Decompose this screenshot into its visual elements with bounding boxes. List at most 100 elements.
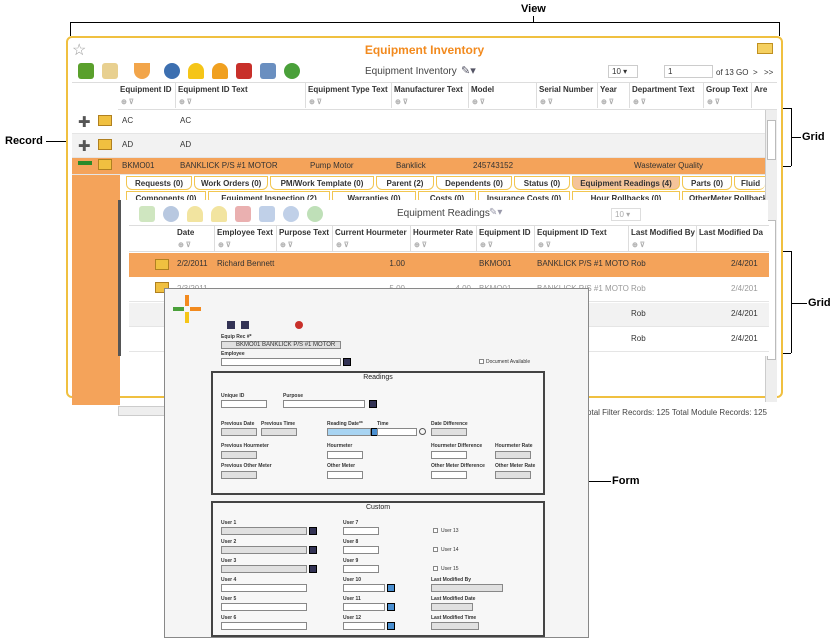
user1-field[interactable] [221,527,307,535]
employee-field[interactable] [221,358,341,366]
user4-field[interactable] [221,584,307,592]
purpose-field[interactable] [283,400,365,408]
col-employee-text[interactable]: Employee Text ⊕ ⊽ [215,226,277,251]
col-current-hourmeter[interactable]: Current Hourmeter ⊕ ⊽ [333,226,411,251]
user10-calendar-icon[interactable] [387,584,395,592]
user2-lookup-icon[interactable] [309,546,317,554]
search-icon[interactable] [164,63,180,79]
last-page-button[interactable]: >> [764,68,773,77]
col-last-modified-by[interactable]: Last Modified By ⊕ ⊽ [629,226,697,251]
purpose-lookup-icon[interactable] [369,400,377,408]
page-size-select[interactable]: 10 ▾ [608,65,638,78]
user13-checkbox[interactable] [433,528,438,533]
save-close-icon[interactable] [241,321,249,329]
col-group-text[interactable]: Group Text ⊕ ⊽ [704,83,752,108]
user10-field[interactable] [343,584,385,592]
tab-dependents[interactable]: Dependents (0) [436,176,512,190]
previous-time-field[interactable] [261,428,297,436]
col-purpose-text[interactable]: Purpose Text ⊕ ⊽ [277,226,333,251]
subgrid-tools-icon[interactable]: ✎▾ [489,207,502,218]
employee-lookup-icon[interactable] [343,358,351,366]
hourmeter-field[interactable] [327,451,363,459]
user14-checkbox[interactable] [433,547,438,552]
col-equipment-id-text[interactable]: Equipment ID Text ⊕ ⊽ [535,226,629,251]
document-available-checkbox[interactable] [479,359,484,364]
next-page-button[interactable]: > [753,68,758,77]
add-record-icon[interactable] [78,63,94,79]
delete-icon[interactable] [236,63,252,79]
unique-id-field[interactable] [221,400,267,408]
col-equipment-id-text[interactable]: Equipment ID Text ⊕ ⊽ [176,83,306,108]
user11-calendar-icon[interactable] [387,603,395,611]
hardhat-icon[interactable] [187,206,203,222]
tab-parts[interactable]: Parts (0) [682,176,732,190]
expand-icon[interactable]: ✚ [78,137,91,155]
previous-date-field[interactable] [221,428,257,436]
user8-field[interactable] [343,546,379,554]
page-input[interactable]: 1 [664,65,713,78]
save-icon[interactable] [227,321,235,329]
previous-other-meter-field[interactable] [221,471,257,479]
scroll-thumb[interactable] [767,120,776,160]
col-year[interactable]: Year ⊕ ⊽ [598,83,630,108]
user6-field[interactable] [221,622,307,630]
reading-date-field[interactable] [327,428,371,436]
col-last-modified-date[interactable]: Last Modified Da [697,226,769,251]
previous-hourmeter-field[interactable] [221,451,257,459]
close-icon[interactable] [295,321,303,329]
delete-icon[interactable] [235,206,251,222]
open-folder-icon[interactable] [155,259,169,270]
hardhat-alt-icon[interactable] [211,206,227,222]
other-meter-rate-field[interactable] [495,471,531,479]
equip-rec-field[interactable]: BKMO01 BANKLICK P/S #1 MOTOR [221,341,341,349]
collapse-icon[interactable] [78,161,92,165]
col-area[interactable]: Are [752,83,777,108]
col-manufacturer-text[interactable]: Manufacturer Text ⊕ ⊽ [392,83,469,108]
date-difference-field[interactable] [431,428,467,436]
user12-calendar-icon[interactable] [387,622,395,630]
user15-checkbox[interactable] [433,566,438,571]
subgrid-page-size[interactable]: 10 ▾ [611,208,641,221]
open-folder-icon[interactable] [98,159,112,170]
tools-icon[interactable]: ✎▾ [461,64,476,77]
user7-field[interactable] [343,527,379,535]
last-modified-time-field[interactable] [431,622,479,630]
other-meter-difference-field[interactable] [431,471,467,479]
time-field[interactable] [377,428,417,436]
clock-icon[interactable] [419,428,426,435]
col-hourmeter-rate[interactable]: Hourmeter Rate ⊕ ⊽ [411,226,477,251]
refresh-icon[interactable] [284,63,300,79]
settings-doc-icon[interactable] [259,206,275,222]
tab-fluid[interactable]: Fluid [734,176,765,190]
last-modified-by-field[interactable] [431,584,503,592]
other-meter-field[interactable] [327,471,363,479]
open-folder-icon[interactable] [98,139,112,150]
col-date[interactable]: Date ⊕ ⊽ [175,226,215,251]
tab-parent[interactable]: Parent (2) [376,176,434,190]
add-reading-icon[interactable] [139,206,155,222]
filter-icon[interactable] [134,63,150,79]
tab-work-orders[interactable]: Work Orders (0) [194,176,268,190]
table-row[interactable]: ✚ AC AC [72,110,765,134]
tab-requests[interactable]: Requests (0) [126,176,192,190]
col-department-text[interactable]: Department Text ⊕ ⊽ [630,83,704,108]
hardhat-icon[interactable] [188,63,204,79]
col-equipment-id[interactable]: Equipment ID ⊕ ⊽ [477,226,535,251]
expand-icon[interactable]: ✚ [78,113,91,131]
tab-equipment-readings[interactable]: Equipment Readings (4) [572,176,680,190]
user9-field[interactable] [343,565,379,573]
search-icon[interactable] [163,206,179,222]
col-model[interactable]: Model ⊕ ⊽ [469,83,537,108]
col-equipment-type-text[interactable]: Equipment Type Text ⊕ ⊽ [306,83,392,108]
email-icon[interactable] [757,43,773,54]
tab-status[interactable]: Status (0) [514,176,570,190]
refresh-icon[interactable] [307,206,323,222]
settings-doc-icon[interactable] [260,63,276,79]
reading-row-selected[interactable]: 2/2/2011 Richard Bennett 1.00 BKMO01 BAN… [129,253,769,277]
user11-field[interactable] [343,603,385,611]
table-row[interactable]: ✚ AD AD [72,134,765,158]
user3-lookup-icon[interactable] [309,565,317,573]
user12-field[interactable] [343,622,385,630]
refresh-alt-icon[interactable] [283,206,299,222]
last-modified-date-field[interactable] [431,603,473,611]
